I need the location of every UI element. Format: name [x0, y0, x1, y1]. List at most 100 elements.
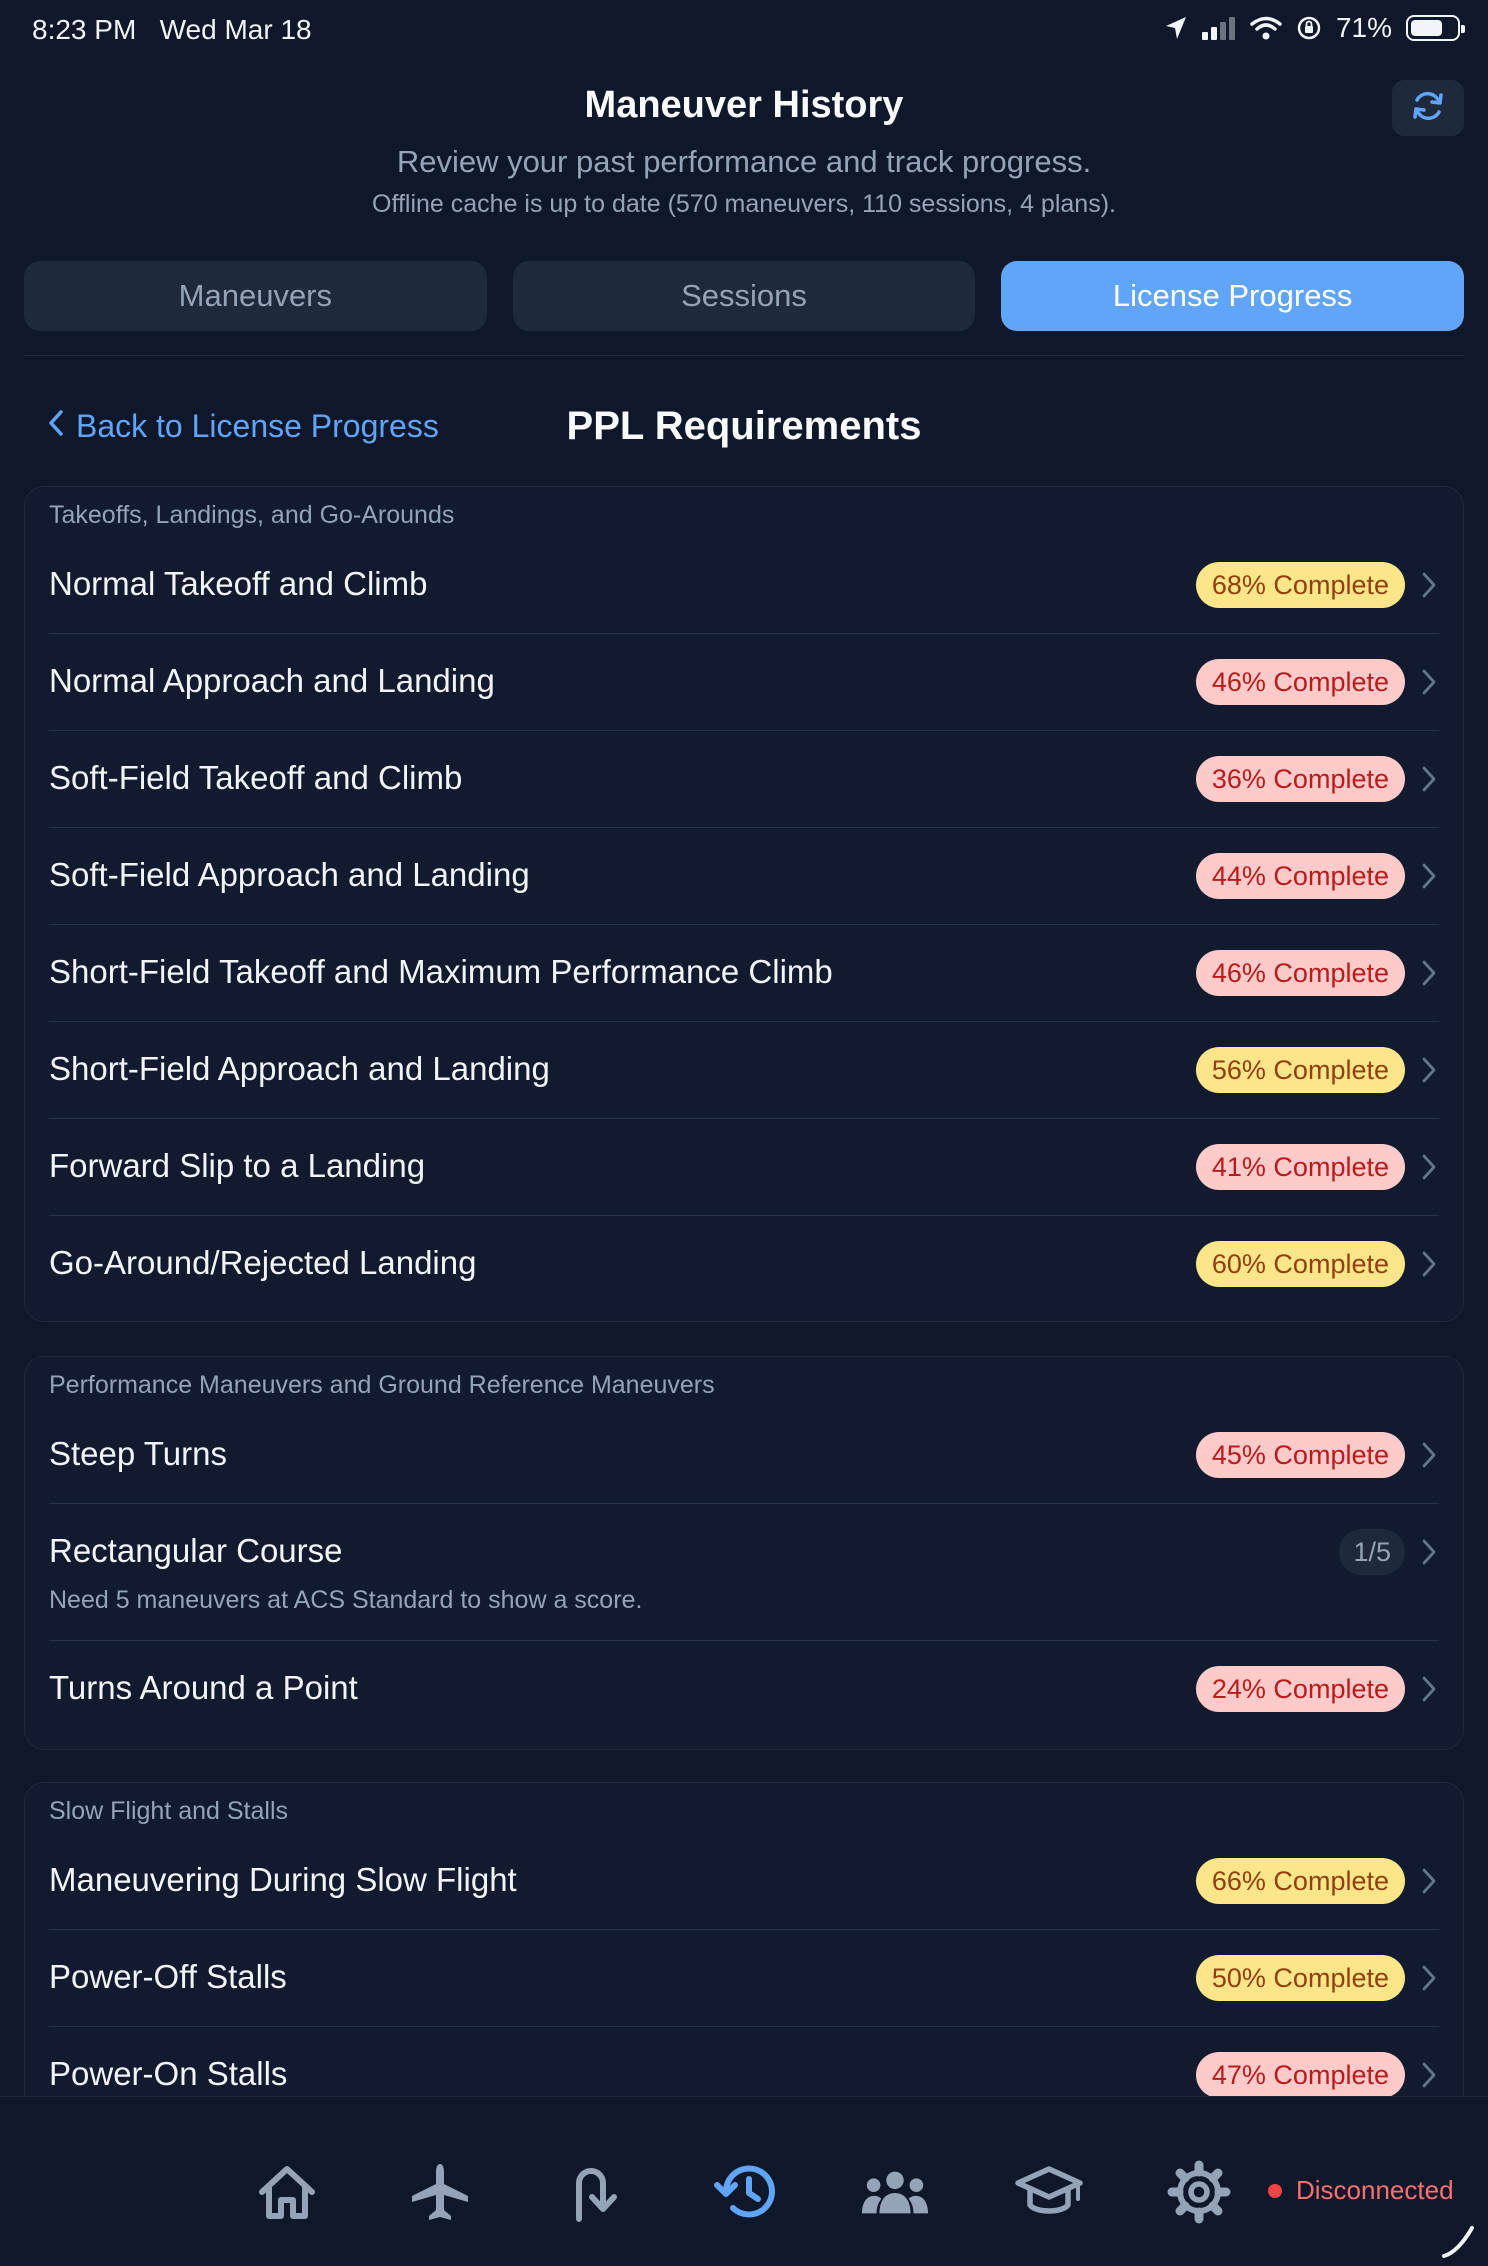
wifi-icon	[1250, 16, 1282, 40]
cellular-signal-icon	[1201, 16, 1236, 40]
status-clock: 8:23 PM	[32, 14, 137, 45]
orientation-lock-icon	[1296, 15, 1322, 41]
pencil-indicator-icon	[1442, 2226, 1474, 2258]
requirement-name: Normal Takeoff and Climb	[49, 565, 428, 602]
tab-sessions[interactable]: Sessions	[512, 261, 976, 331]
requirement-name: Rectangular Course	[49, 1532, 343, 1569]
requirement-name: Soft-Field Approach and Landing	[49, 856, 530, 893]
chevron-right-icon	[1422, 1676, 1436, 1702]
gear-icon	[1167, 2160, 1231, 2224]
requirement-row-normal-approach[interactable]: Normal Approach and Landing 46% Complete	[49, 634, 1439, 731]
chevron-right-icon	[1422, 1251, 1436, 1277]
chevron-right-icon	[1422, 1057, 1436, 1083]
nav-home[interactable]	[252, 2159, 322, 2225]
battery-percentage: 71%	[1335, 12, 1392, 43]
requirement-row-soft-field-takeoff[interactable]: Soft-Field Takeoff and Climb 36% Complet…	[49, 731, 1439, 828]
connection-status: Disconnected	[1268, 2175, 1454, 2206]
progress-badge: 46% Complete	[1195, 659, 1405, 705]
connection-status-label: Disconnected	[1296, 2175, 1454, 2205]
progress-badge: 24% Complete	[1195, 1666, 1405, 1712]
requirement-name: Steep Turns	[49, 1435, 227, 1472]
requirement-row-go-around[interactable]: Go-Around/Rejected Landing 60% Complete	[49, 1216, 1439, 1313]
nav-go-around[interactable]	[560, 2159, 630, 2225]
requirement-row-short-field-approach[interactable]: Short-Field Approach and Landing 56% Com…	[49, 1022, 1439, 1119]
status-dot	[1268, 2183, 1282, 2198]
requirement-row-soft-field-approach[interactable]: Soft-Field Approach and Landing 44% Comp…	[49, 828, 1439, 925]
chevron-right-icon	[1422, 960, 1436, 986]
requirement-name: Power-On Stalls	[49, 2055, 288, 2092]
group-label: Slow Flight and Stalls	[49, 1797, 289, 1825]
requirement-name: Normal Approach and Landing	[49, 662, 495, 699]
tab-maneuvers[interactable]: Maneuvers	[24, 261, 487, 331]
chevron-right-icon	[1422, 572, 1436, 598]
home-icon	[259, 2166, 315, 2219]
requirement-row-normal-takeoff[interactable]: Normal Takeoff and Climb 68% Complete	[49, 537, 1439, 634]
status-bar: 8:23 PM Wed Mar 18 71%	[0, 0, 1488, 62]
chevron-right-icon	[1422, 1154, 1436, 1180]
history-icon	[714, 2165, 775, 2218]
header-divider	[24, 355, 1464, 356]
requirement-row-short-field-takeoff[interactable]: Short-Field Takeoff and Maximum Performa…	[49, 925, 1439, 1022]
progress-badge: 41% Complete	[1195, 1144, 1405, 1190]
chevron-right-icon	[1422, 2062, 1436, 2088]
requirement-name: Forward Slip to a Landing	[49, 1147, 426, 1184]
chevron-right-icon	[1422, 1965, 1436, 1991]
refresh-button[interactable]	[1392, 80, 1464, 136]
requirement-name: Maneuvering During Slow Flight	[49, 1861, 517, 1898]
progress-badge: 60% Complete	[1195, 1241, 1405, 1287]
chevron-right-icon	[1422, 863, 1436, 889]
requirement-note: Need 5 maneuvers at ACS Standard to show…	[49, 1586, 643, 1614]
battery-icon	[1406, 15, 1465, 41]
requirement-row-forward-slip[interactable]: Forward Slip to a Landing 41% Complete	[49, 1119, 1439, 1216]
people-icon	[861, 2171, 929, 2214]
chevron-right-icon	[1422, 1868, 1436, 1894]
nav-training[interactable]	[1014, 2159, 1084, 2225]
chevron-right-icon	[1422, 1539, 1436, 1565]
location-arrow-icon	[1164, 15, 1188, 41]
requirement-name: Short-Field Takeoff and Maximum Performa…	[49, 953, 833, 990]
go-around-icon	[576, 2168, 617, 2222]
chevron-right-icon	[1422, 766, 1436, 792]
airplane-icon	[412, 2164, 468, 2220]
requirement-group-performance-maneuvers: Performance Maneuvers and Ground Referen…	[24, 1356, 1464, 1750]
refresh-icon	[1408, 86, 1448, 131]
progress-badge: 45% Complete	[1195, 1432, 1405, 1478]
progress-badge: 50% Complete	[1195, 1955, 1405, 2001]
status-date: Wed Mar 18	[159, 14, 312, 45]
requirement-row-slow-flight[interactable]: Maneuvering During Slow Flight 66% Compl…	[49, 1833, 1439, 1930]
nav-flight[interactable]	[405, 2159, 475, 2225]
nav-people[interactable]	[860, 2159, 930, 2225]
requirement-name: Short-Field Approach and Landing	[49, 1050, 550, 1087]
requirement-row-steep-turns[interactable]: Steep Turns 45% Complete	[49, 1407, 1439, 1504]
requirement-group-takeoffs-landings: Takeoffs, Landings, and Go-Arounds Norma…	[24, 486, 1464, 1322]
requirement-row-rectangular-course[interactable]: Rectangular Course Need 5 maneuvers at A…	[49, 1504, 1439, 1641]
requirement-row-turns-around-point[interactable]: Turns Around a Point 24% Complete	[49, 1641, 1439, 1738]
tab-bar: Maneuvers Sessions License Progress	[24, 261, 1465, 331]
chevron-right-icon	[1422, 1442, 1436, 1468]
requirement-name: Go-Around/Rejected Landing	[49, 1244, 477, 1281]
nav-history[interactable]	[710, 2159, 780, 2225]
cache-status: Offline cache is up to date (570 maneuve…	[372, 190, 1116, 218]
requirement-group-slow-flight-stalls: Slow Flight and Stalls Maneuvering Durin…	[24, 1782, 1464, 2142]
progress-badge: 47% Complete	[1195, 2052, 1405, 2098]
page-title: Maneuver History	[584, 84, 904, 126]
graduation-cap-icon	[1015, 2166, 1083, 2214]
progress-badge: 68% Complete	[1195, 562, 1405, 608]
page-subtitle: Review your past performance and track p…	[396, 144, 1092, 179]
requirement-name: Turns Around a Point	[49, 1669, 358, 1706]
status-indicators: 71%	[1164, 12, 1465, 44]
requirement-name: Power-Off Stalls	[49, 1958, 287, 1995]
progress-badge: 44% Complete	[1195, 853, 1405, 899]
progress-badge: 36% Complete	[1195, 756, 1405, 802]
group-label: Performance Maneuvers and Ground Referen…	[49, 1371, 715, 1399]
requirement-name: Soft-Field Takeoff and Climb	[49, 759, 463, 796]
requirements-title: PPL Requirements	[566, 404, 922, 448]
requirement-row-power-off-stalls[interactable]: Power-Off Stalls 50% Complete	[49, 1930, 1439, 2027]
nav-settings[interactable]	[1164, 2159, 1234, 2225]
progress-badge: 46% Complete	[1195, 950, 1405, 996]
progress-badge: 56% Complete	[1195, 1047, 1405, 1093]
chevron-right-icon	[1422, 669, 1436, 695]
status-time: 8:23 PM Wed Mar 18	[32, 14, 312, 46]
tab-license-progress[interactable]: License Progress	[1001, 261, 1465, 331]
count-badge: 1/5	[1339, 1529, 1405, 1575]
